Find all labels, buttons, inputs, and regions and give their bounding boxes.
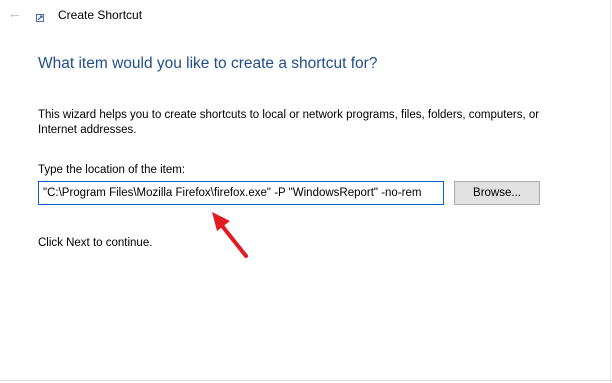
window-edge — [610, 0, 611, 383]
back-button[interactable]: ← — [6, 5, 24, 23]
page-heading: What item would you like to create a sho… — [38, 55, 378, 72]
next-hint: Click Next to continue. — [38, 237, 153, 249]
location-input[interactable] — [38, 181, 444, 205]
red-arrow-icon — [212, 212, 248, 258]
title-bar: ← Create Shortcut — [0, 0, 612, 32]
back-arrow-icon: ← — [7, 5, 23, 22]
bottom-divider — [0, 380, 612, 381]
wizard-description: This wizard helps you to create shortcut… — [38, 109, 540, 136]
location-label: Type the location of the item: — [38, 164, 186, 176]
shortcut-icon — [36, 14, 44, 22]
window-title: Create Shortcut — [58, 8, 143, 22]
browse-button[interactable]: Browse... — [454, 181, 540, 205]
